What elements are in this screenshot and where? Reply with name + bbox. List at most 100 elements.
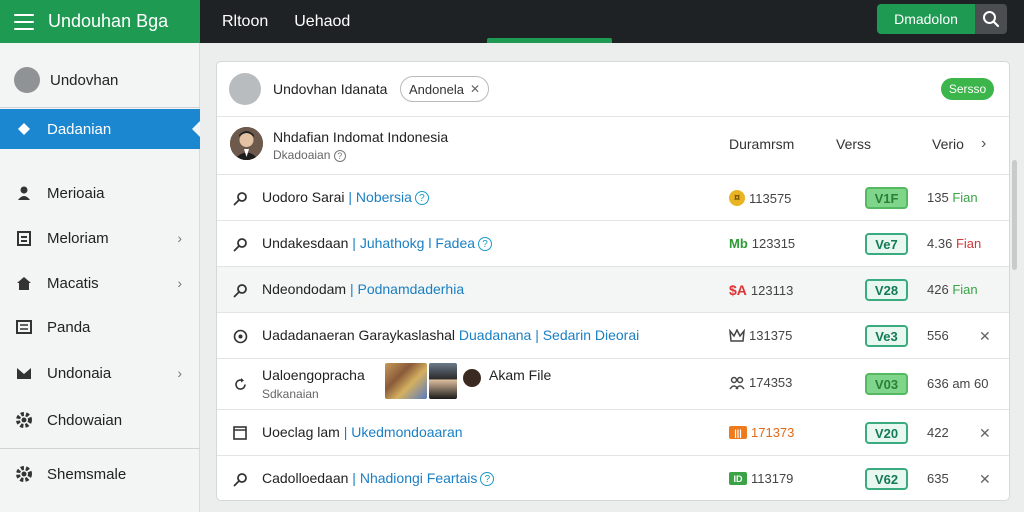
close-icon[interactable]: ✕ xyxy=(979,425,991,442)
search-icon xyxy=(232,236,248,252)
avatar xyxy=(230,127,263,160)
row-value-tail: am 60 xyxy=(952,376,989,391)
row-link[interactable]: | Nhadiongi Feartais xyxy=(352,470,477,486)
thumbnail-image[interactable] xyxy=(385,363,427,399)
table-row[interactable]: Cadolloedaan | Nhadiongi Feartais? ID 113… xyxy=(217,456,1009,500)
row-count-text: 123315 xyxy=(751,236,796,251)
top-nav: Rltoon Uehaod xyxy=(222,0,350,43)
sidebar-item-profile[interactable]: Undovhan xyxy=(0,59,200,101)
profile-name: Nhdafian Indomat Indonesia xyxy=(273,129,449,145)
close-icon[interactable]: ✕ xyxy=(979,328,991,345)
sidebar: Undovhan Dadanian Merioaia Meloriam › Ma… xyxy=(0,43,200,512)
row-value-text: 636 xyxy=(927,376,949,391)
top-action-button[interactable]: Dmadolon xyxy=(877,4,975,34)
sidebar-item-3[interactable]: Merioaia xyxy=(0,173,200,213)
tag-icon: ID xyxy=(729,472,747,485)
table-row[interactable]: Uoeclag lam | Ukedmondoaaran ||| 171373 V… xyxy=(217,410,1009,456)
status-badge[interactable]: Sersso xyxy=(941,78,994,100)
table-row[interactable]: Ndeondodam | Podnamdaderhia $A 123113 V28… xyxy=(217,267,1009,313)
profile-sub-text: Dkadoaian xyxy=(273,148,331,162)
table-row[interactable]: Ualoengopracha Sdkanaian Akam File 17435… xyxy=(217,359,1009,410)
row-value: 135 Fian xyxy=(927,190,978,205)
row-title: Uoeclag lam | Ukedmondoaaran xyxy=(262,424,463,440)
sidebar-item-7[interactable]: Undonaia › xyxy=(0,353,200,393)
row-count-text: 123113 xyxy=(750,282,794,298)
row-title-text: Undakesdaan xyxy=(262,235,349,251)
profile-row[interactable]: Nhdafian Indomat Indonesia Dkadoaian ? D… xyxy=(217,117,1009,175)
avatar[interactable] xyxy=(229,73,261,105)
active-pointer xyxy=(192,121,200,137)
chevron-right-icon[interactable]: › xyxy=(981,135,986,153)
sidebar-item-5[interactable]: Macatis › xyxy=(0,263,200,303)
sidebar-item-8[interactable]: Chdowaian xyxy=(0,400,200,440)
sidebar-item-label: Chdowaian xyxy=(47,411,123,429)
close-icon[interactable]: ✕ xyxy=(470,82,480,96)
version-badge[interactable]: Ve7 xyxy=(865,233,908,255)
row-value-tail: Fian xyxy=(952,190,978,205)
sidebar-item-active[interactable]: Dadanian xyxy=(0,109,200,149)
row-count: 131375 xyxy=(729,328,792,343)
sidebar-item-4[interactable]: Meloriam › xyxy=(0,218,200,258)
search-icon xyxy=(232,471,248,487)
version-badge[interactable]: Ve3 xyxy=(865,325,908,347)
row-link-text: Nobersia xyxy=(355,189,412,205)
search-button[interactable] xyxy=(975,4,1007,34)
row-count: ||| 171373 xyxy=(729,425,794,440)
version-badge[interactable]: V62 xyxy=(865,468,908,490)
info-icon: ? xyxy=(414,191,429,206)
person-icon xyxy=(14,183,34,203)
sidebar-item-label: Dadanian xyxy=(47,120,112,138)
user-circle-icon xyxy=(14,67,40,93)
column-header-3[interactable]: Verio xyxy=(932,136,964,152)
filter-chip[interactable]: Andonela ✕ xyxy=(400,76,490,102)
row-attachment-label[interactable]: Akam File xyxy=(489,367,551,383)
sidebar-item-label: Shemsmale xyxy=(47,465,127,483)
column-header-2[interactable]: Verss xyxy=(836,136,871,152)
row-title-text: Ndeondodam xyxy=(262,281,347,297)
row-link[interactable]: | Ukedmondoaaran xyxy=(344,424,463,440)
card-header: Undovhan Idanata Andonela ✕ Sersso xyxy=(217,62,1009,117)
table-row[interactable]: Uadadanaeran Garaykaslashal Duadanana | … xyxy=(217,313,1009,359)
row-title-text: Uodoro Sarai xyxy=(262,189,345,205)
row-link[interactable]: | Nobersia xyxy=(348,189,412,205)
hamburger-menu-icon[interactable] xyxy=(14,13,34,30)
gear-icon xyxy=(14,464,34,484)
close-icon[interactable]: ✕ xyxy=(979,471,991,488)
main-card: Undovhan Idanata Andonela ✕ Sersso Nhdaf… xyxy=(216,61,1010,501)
row-link[interactable]: | Juhathokg l Fadea xyxy=(352,235,475,251)
refresh-icon xyxy=(232,376,248,392)
row-count: Mb 123315 xyxy=(729,236,795,251)
sidebar-item-9[interactable]: Shemsmale xyxy=(0,454,200,494)
brand-area: Undouhan Bga xyxy=(0,0,200,43)
version-badge[interactable]: V28 xyxy=(865,279,908,301)
column-header-1[interactable]: Duramrsm xyxy=(729,136,794,152)
profile-subtitle: Dkadoaian ? xyxy=(273,148,346,162)
top-nav-item-1[interactable]: Rltoon xyxy=(222,13,268,31)
coin-icon: ¤ xyxy=(729,190,745,206)
version-badge[interactable]: V03 xyxy=(865,373,908,395)
search-icon xyxy=(232,190,248,206)
thumbnail-image[interactable] xyxy=(429,363,457,399)
search-icon xyxy=(232,282,248,298)
row-title: Ualoengopracha xyxy=(262,367,365,383)
row-value-tail: Fian xyxy=(952,282,978,297)
row-link[interactable]: Duadanana | Sedarin Dieorai xyxy=(459,327,639,343)
top-nav-item-2[interactable]: Uehaod xyxy=(294,13,350,31)
info-icon: ? xyxy=(480,472,495,487)
row-value: 4.36 Fian xyxy=(927,236,981,251)
list-icon xyxy=(14,317,34,337)
version-badge[interactable]: V20 xyxy=(865,422,908,444)
sidebar-item-6[interactable]: Panda xyxy=(0,307,200,347)
top-bar: Undouhan Bga Rltoon Uehaod Dmadolon xyxy=(0,0,1024,43)
table-row[interactable]: Uodoro Sarai | Nobersia? ¤ 113575 V1F 135… xyxy=(217,175,1009,221)
gear-icon xyxy=(14,410,34,430)
version-badge[interactable]: V1F xyxy=(865,187,908,209)
row-count: $A 123113 xyxy=(729,282,793,298)
scrollbar[interactable] xyxy=(1012,160,1017,270)
row-title: Cadolloedaan | Nhadiongi Feartais? xyxy=(262,470,495,487)
avatar xyxy=(463,369,481,387)
row-title: Uodoro Sarai | Nobersia? xyxy=(262,189,429,206)
table-row[interactable]: Undakesdaan | Juhathokg l Fadea? Mb 12331… xyxy=(217,221,1009,267)
sidebar-item-label: Panda xyxy=(47,318,91,336)
row-link[interactable]: | Podnamdaderhia xyxy=(350,281,464,297)
